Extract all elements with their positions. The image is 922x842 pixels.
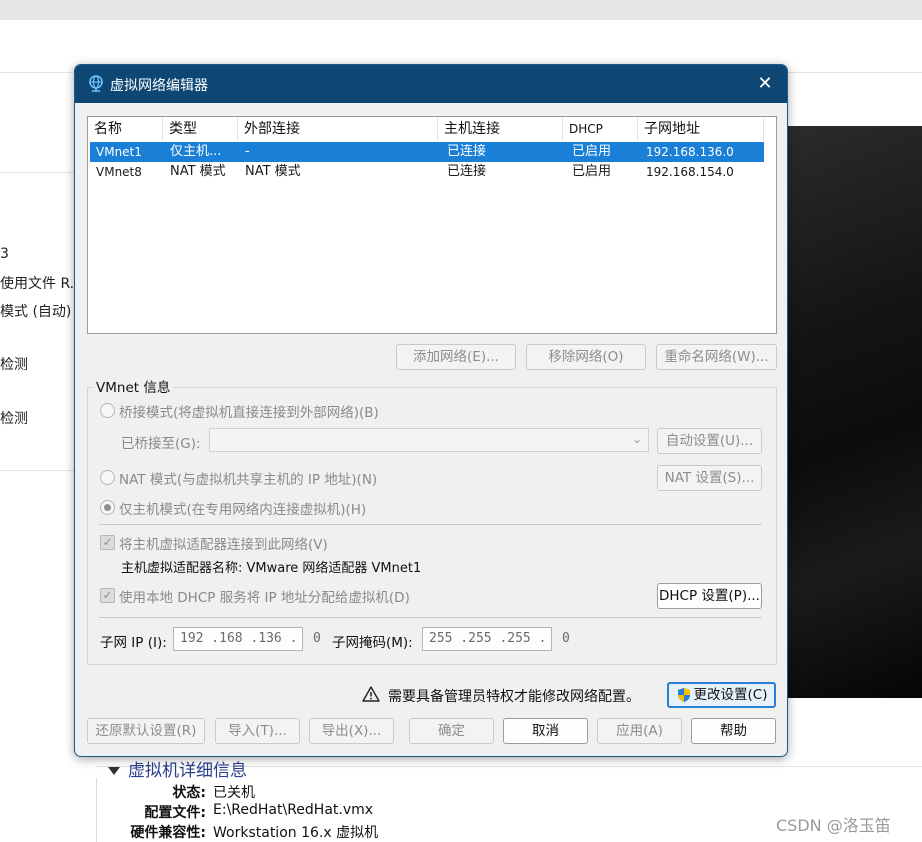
watermark: CSDN @洛玉笛 bbox=[776, 816, 891, 835]
nat-mode-label: NAT 模式(与虚拟机共享主机的 IP 地址)(N) bbox=[119, 472, 378, 488]
admin-warning-text: 需要具备管理员特权才能修改网络配置。 bbox=[388, 689, 640, 705]
close-button[interactable]: ✕ bbox=[751, 70, 779, 98]
sidebar-fragment: 检测 bbox=[0, 411, 28, 427]
use-dhcp-checkbox[interactable]: ✓ bbox=[100, 588, 115, 603]
cell-type: 仅主机... bbox=[170, 144, 222, 159]
column-header-type[interactable]: 类型 bbox=[163, 117, 238, 141]
cell-type: NAT 模式 bbox=[170, 164, 226, 179]
divider bbox=[0, 470, 80, 471]
cell-dhcp: 已启用 bbox=[572, 164, 612, 179]
table-row[interactable]: VMnet8 NAT 模式 NAT 模式 已连接 已启用 192.168.154… bbox=[90, 162, 764, 182]
bridged-mode-label: 桥接模式(将虚拟机直接连接到外部网络)(B) bbox=[119, 405, 379, 421]
bridged-to-label: 已桥接至(G): bbox=[121, 436, 201, 452]
list-header: 名称 类型 外部连接 主机连接 DHCP 子网地址 bbox=[88, 117, 776, 141]
subnet-ip-input[interactable]: 192 .168 .136 . 0 bbox=[173, 627, 321, 651]
table-row[interactable]: VMnet1 仅主机... - 已连接 已启用 192.168.136.0 bbox=[90, 142, 764, 162]
collapse-triangle-icon bbox=[108, 767, 120, 775]
subnet-mask-label: 子网掩码(M): bbox=[332, 635, 413, 651]
cell-subnet: 192.168.154.0 bbox=[646, 165, 734, 179]
nat-settings-button[interactable]: NAT 设置(S)... bbox=[657, 465, 762, 491]
uac-shield-icon bbox=[677, 688, 690, 702]
connect-adapter-label: 将主机虚拟适配器连接到此网络(V) bbox=[119, 537, 328, 553]
bridged-mode-radio[interactable] bbox=[100, 403, 115, 418]
nat-mode-radio[interactable] bbox=[100, 470, 115, 485]
apply-button[interactable]: 应用(A) bbox=[597, 718, 682, 744]
warning-icon bbox=[362, 686, 380, 702]
divider bbox=[96, 778, 97, 842]
auto-settings-button[interactable]: 自动设置(U)... bbox=[657, 428, 762, 454]
import-button[interactable]: 导入(T)... bbox=[215, 718, 300, 744]
column-header-subnet[interactable]: 子网地址 bbox=[638, 117, 764, 141]
help-button[interactable]: 帮助 bbox=[691, 718, 776, 744]
export-button[interactable]: 导出(X)... bbox=[309, 718, 394, 744]
background-top-bar bbox=[0, 0, 922, 20]
dialog-title: 虚拟网络编辑器 bbox=[110, 78, 208, 94]
vm-preview-screen[interactable] bbox=[787, 126, 922, 698]
sidebar-fragment: 检测 bbox=[0, 357, 28, 373]
detail-key: 状态: bbox=[172, 785, 206, 801]
cell-host: 已连接 bbox=[447, 144, 487, 159]
column-header-dhcp[interactable]: DHCP bbox=[563, 117, 638, 141]
subnet-mask-input[interactable]: 255 .255 .255 . 0 bbox=[422, 627, 570, 651]
vmnet-info-label: VMnet 信息 bbox=[93, 376, 174, 396]
add-network-button[interactable]: 添加网络(E)... bbox=[396, 344, 516, 370]
vm-details-title: 虚拟机详细信息 bbox=[128, 761, 247, 781]
virtual-network-editor-dialog: 虚拟网络编辑器 ✕ 名称 类型 外部连接 主机连接 DHCP 子网地址 VMne… bbox=[74, 64, 788, 757]
cell-name: VMnet8 bbox=[96, 165, 142, 179]
chevron-down-icon: ⌄ bbox=[631, 432, 642, 446]
change-settings-button[interactable]: 更改设置(C) bbox=[667, 682, 776, 708]
dhcp-settings-button[interactable]: DHCP 设置(P)... bbox=[657, 583, 762, 609]
column-header-host[interactable]: 主机连接 bbox=[438, 117, 563, 141]
cell-name: VMnet1 bbox=[96, 145, 142, 159]
detail-value: Workstation 16.x 虚拟机 bbox=[213, 825, 379, 841]
cell-host: 已连接 bbox=[447, 164, 487, 179]
close-icon: ✕ bbox=[757, 73, 773, 94]
column-header-name[interactable]: 名称 bbox=[88, 117, 163, 141]
host-only-mode-label: 仅主机模式(在专用网络内连接虚拟机)(H) bbox=[119, 502, 367, 518]
separator bbox=[99, 524, 762, 525]
detail-value: 已关机 bbox=[213, 785, 255, 801]
sidebar-fragment: 使用文件 R... bbox=[0, 276, 78, 292]
network-list[interactable]: 名称 类型 外部连接 主机连接 DHCP 子网地址 VMnet1 仅主机... … bbox=[87, 116, 777, 334]
sidebar-fragment: 模式 (自动) bbox=[0, 304, 72, 320]
cancel-button[interactable]: 取消 bbox=[503, 718, 588, 744]
cell-subnet: 192.168.136.0 bbox=[646, 145, 734, 159]
detail-key: 硬件兼容性: bbox=[130, 825, 206, 841]
detail-value: E:\RedHat\RedHat.vmx bbox=[213, 802, 374, 818]
connect-adapter-checkbox[interactable]: ✓ bbox=[100, 535, 115, 550]
network-globe-icon bbox=[89, 75, 103, 92]
title-bar[interactable]: 虚拟网络编辑器 ✕ bbox=[75, 65, 787, 103]
divider bbox=[0, 172, 80, 173]
cell-external: - bbox=[245, 144, 250, 159]
use-dhcp-label: 使用本地 DHCP 服务将 IP 地址分配给虚拟机(D) bbox=[119, 590, 410, 606]
host-only-mode-radio[interactable] bbox=[100, 500, 115, 515]
bridged-to-select[interactable]: ⌄ bbox=[209, 428, 649, 452]
column-header-external[interactable]: 外部连接 bbox=[238, 117, 438, 141]
remove-network-button[interactable]: 移除网络(O) bbox=[526, 344, 646, 370]
change-settings-label: 更改设置(C) bbox=[693, 687, 768, 703]
sidebar-fragment: 3 bbox=[0, 246, 9, 262]
cell-dhcp: 已启用 bbox=[572, 144, 612, 159]
adapter-name-label: 主机虚拟适配器名称: VMware 网络适配器 VMnet1 bbox=[121, 561, 422, 576]
rename-network-button[interactable]: 重命名网络(W)... bbox=[656, 344, 777, 370]
separator bbox=[99, 617, 762, 618]
cell-external: NAT 模式 bbox=[245, 164, 301, 179]
restore-defaults-button[interactable]: 还原默认设置(R) bbox=[87, 718, 205, 744]
subnet-ip-label: 子网 IP (I): bbox=[100, 635, 167, 651]
detail-key: 配置文件: bbox=[144, 805, 206, 821]
vm-details-header[interactable]: 虚拟机详细信息 bbox=[108, 756, 247, 781]
ok-button[interactable]: 确定 bbox=[409, 718, 494, 744]
